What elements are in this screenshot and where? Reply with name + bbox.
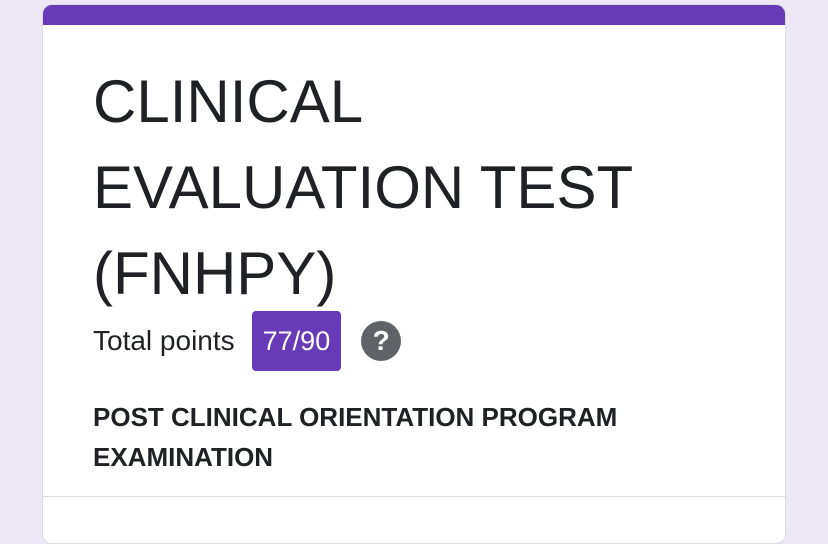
total-points-row: Total points 77/90 ? [93, 309, 402, 373]
card-accent-bar [43, 5, 785, 25]
section-divider [43, 496, 785, 497]
score-badge: 77/90 [251, 311, 342, 371]
form-description: POST CLINICAL ORIENTATION PROGRAM EXAMIN… [93, 402, 618, 472]
total-points-label: Total points [93, 325, 235, 356]
form-title: CLINICAL EVALUATION TEST (FNHPY) [93, 68, 633, 307]
form-header-card: CLINICAL EVALUATION TEST (FNHPY) Total p… [42, 4, 786, 544]
help-icon[interactable]: ? [361, 321, 402, 361]
